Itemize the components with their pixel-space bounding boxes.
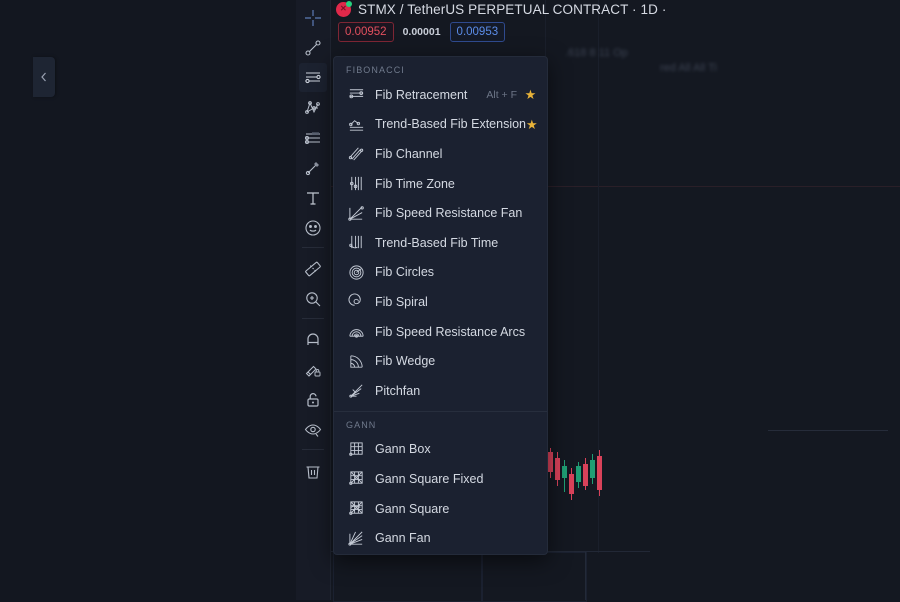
pattern-tool[interactable]	[299, 93, 327, 122]
candle-body	[555, 458, 560, 480]
gann-items: Gann Box Gann Square Fixed Gann Square Gann…	[334, 435, 547, 553]
menu-item-label: Pitchfan	[375, 383, 421, 398]
menu-item-label: Gann Square Fixed	[375, 471, 484, 486]
menu-item-fib-circles[interactable]: Fib Circles	[334, 258, 547, 288]
candle-body	[583, 464, 588, 486]
gann-fan-icon	[346, 528, 366, 548]
gann-square-icon	[346, 499, 366, 519]
magnet-tool[interactable]	[299, 325, 327, 354]
favorite-star-icon[interactable]: ★	[524, 88, 537, 101]
menu-item-label: Fib Retracement	[375, 87, 468, 102]
menu-item-trend-based-fib-extension[interactable]: Trend-Based Fib Extension ★	[334, 110, 547, 140]
candle-body	[548, 452, 553, 472]
menu-item-gann-square-fixed[interactable]: Gann Square Fixed	[334, 464, 547, 494]
menu-item-trend-based-fib-time[interactable]: Trend-Based Fib Time	[334, 228, 547, 258]
pitchfan-icon	[346, 381, 366, 401]
menu-item-label: Fib Speed Resistance Arcs	[375, 324, 526, 339]
menu-item-label: Gann Box	[375, 442, 431, 457]
menu-item-fib-time-zone[interactable]: Fib Time Zone	[334, 169, 547, 199]
menu-group-fibonacci: FIBONACCI Fib Retracement Alt + F ★ Trend-B…	[334, 57, 547, 406]
stmx-coin-icon: ✕	[336, 1, 352, 17]
candle-body	[576, 466, 581, 482]
fibonacci-items: Fib Retracement Alt + F ★ Trend-Based Fib E…	[334, 80, 547, 406]
candle-body	[597, 456, 602, 490]
ohlc-readout: .618 8 11 Op	[565, 47, 628, 59]
menu-item-fib-wedge[interactable]: Fib Wedge	[334, 346, 547, 376]
remove-drawings[interactable]	[299, 456, 327, 485]
measure-tool[interactable]	[299, 254, 327, 283]
hide-drawings[interactable]	[299, 415, 327, 444]
crosshair-tool[interactable]	[299, 3, 327, 32]
ask-price[interactable]: 0.00953	[449, 22, 506, 42]
menu-item-label: Fib Time Zone	[375, 176, 455, 191]
fib-channel-icon	[346, 144, 366, 164]
menu-item-label: Gann Square	[375, 501, 450, 516]
favorite-star-icon[interactable]: ★	[526, 118, 538, 131]
price-quote-row: 0.00952 0.00001 0.00953	[338, 22, 506, 42]
gann-box-icon	[346, 439, 366, 459]
fib-speed-resistance-arcs-icon	[346, 322, 366, 342]
menu-group-gann: GANN Gann Box Gann Square Fixed Gann Squar…	[334, 412, 547, 553]
gann-square-fixed-icon	[346, 469, 366, 489]
bid-price[interactable]: 0.00952	[338, 22, 394, 42]
fib-retracement-icon	[346, 85, 366, 105]
lock-drawings[interactable]	[299, 385, 327, 414]
toolbar-divider-2	[302, 318, 324, 319]
fib-retracement-tool[interactable]	[299, 63, 327, 92]
fib-speed-resistance-fan-icon	[346, 203, 366, 223]
menu-item-label: Fib Speed Resistance Fan	[375, 206, 523, 221]
menu-item-gann-box[interactable]: Gann Box	[334, 435, 547, 465]
tradingview-chart-window: .618 8 11 Op red All All Ti ✕ STMX / Tet…	[0, 0, 900, 602]
fib-wedge-icon	[346, 351, 366, 371]
page-title: STMX / TetherUS PERPETUAL CONTRACT · 1D …	[358, 2, 667, 17]
menu-item-label: Fib Channel	[375, 146, 443, 161]
stay-in-drawing-mode[interactable]	[299, 355, 327, 384]
trend-based-fib-extension-icon	[346, 114, 366, 134]
bottom-pane-left	[333, 552, 483, 602]
fib-spiral-icon	[346, 292, 366, 312]
group-label-gann: GANN	[346, 419, 377, 430]
menu-item-label: Fib Wedge	[375, 354, 436, 369]
emoji-tool[interactable]	[299, 213, 327, 242]
bottom-pane-right	[481, 552, 587, 602]
menu-item-fib-spiral[interactable]: Fib Spiral	[334, 287, 547, 317]
candle-body	[569, 474, 574, 494]
menu-item-gann-fan[interactable]: Gann Fan	[334, 523, 547, 553]
menu-item-label: Fib Spiral	[375, 294, 428, 309]
menu-item-fib-speed-resistance-arcs[interactable]: Fib Speed Resistance Arcs	[334, 317, 547, 347]
spread-value: 0.00001	[402, 26, 441, 38]
menu-item-label: Trend-Based Fib Time	[375, 235, 499, 250]
menu-item-label: Fib Circles	[375, 265, 435, 280]
menu-item-gann-square[interactable]: Gann Square	[334, 494, 547, 524]
text-tool[interactable]	[299, 183, 327, 212]
menu-item-fib-channel[interactable]: Fib Channel	[334, 139, 547, 169]
fib-time-zone-icon	[346, 174, 366, 194]
menu-item-shortcut: Alt + F	[486, 88, 517, 101]
fib-circles-icon	[346, 262, 366, 282]
toolbar-flyout-toggle[interactable]	[33, 57, 55, 97]
menu-item-pitchfan[interactable]: Pitchfan	[334, 376, 547, 406]
trend-line-tool[interactable]	[299, 33, 327, 62]
menu-item-label: Gann Fan	[375, 531, 431, 546]
menu-item-label: Trend-Based Fib Extension	[375, 117, 527, 132]
toolbar-divider-3	[302, 449, 324, 450]
toolbar-divider	[302, 247, 324, 248]
menu-item-fib-retracement[interactable]: Fib Retracement Alt + F ★	[334, 80, 547, 110]
group-label-fibonacci: FIBONACCI	[346, 65, 405, 75]
fibonacci-gann-menu: FIBONACCI Fib Retracement Alt + F ★ Trend-B…	[333, 56, 548, 555]
trend-based-fib-time-icon	[346, 233, 366, 253]
drawing-toolbar	[296, 0, 331, 600]
chevron-left-icon	[41, 72, 46, 82]
candle-body	[590, 460, 595, 478]
brush-tool[interactable]	[299, 153, 327, 182]
legend-readout: red All All Ti	[660, 62, 717, 74]
candle-body	[562, 466, 567, 478]
menu-item-fib-speed-resistance-fan[interactable]: Fib Speed Resistance Fan	[334, 198, 547, 228]
zoom-tool[interactable]	[299, 284, 327, 313]
symbol-header[interactable]: ✕ STMX / TetherUS PERPETUAL CONTRACT · 1…	[336, 1, 667, 17]
prediction-tool[interactable]	[299, 123, 327, 152]
